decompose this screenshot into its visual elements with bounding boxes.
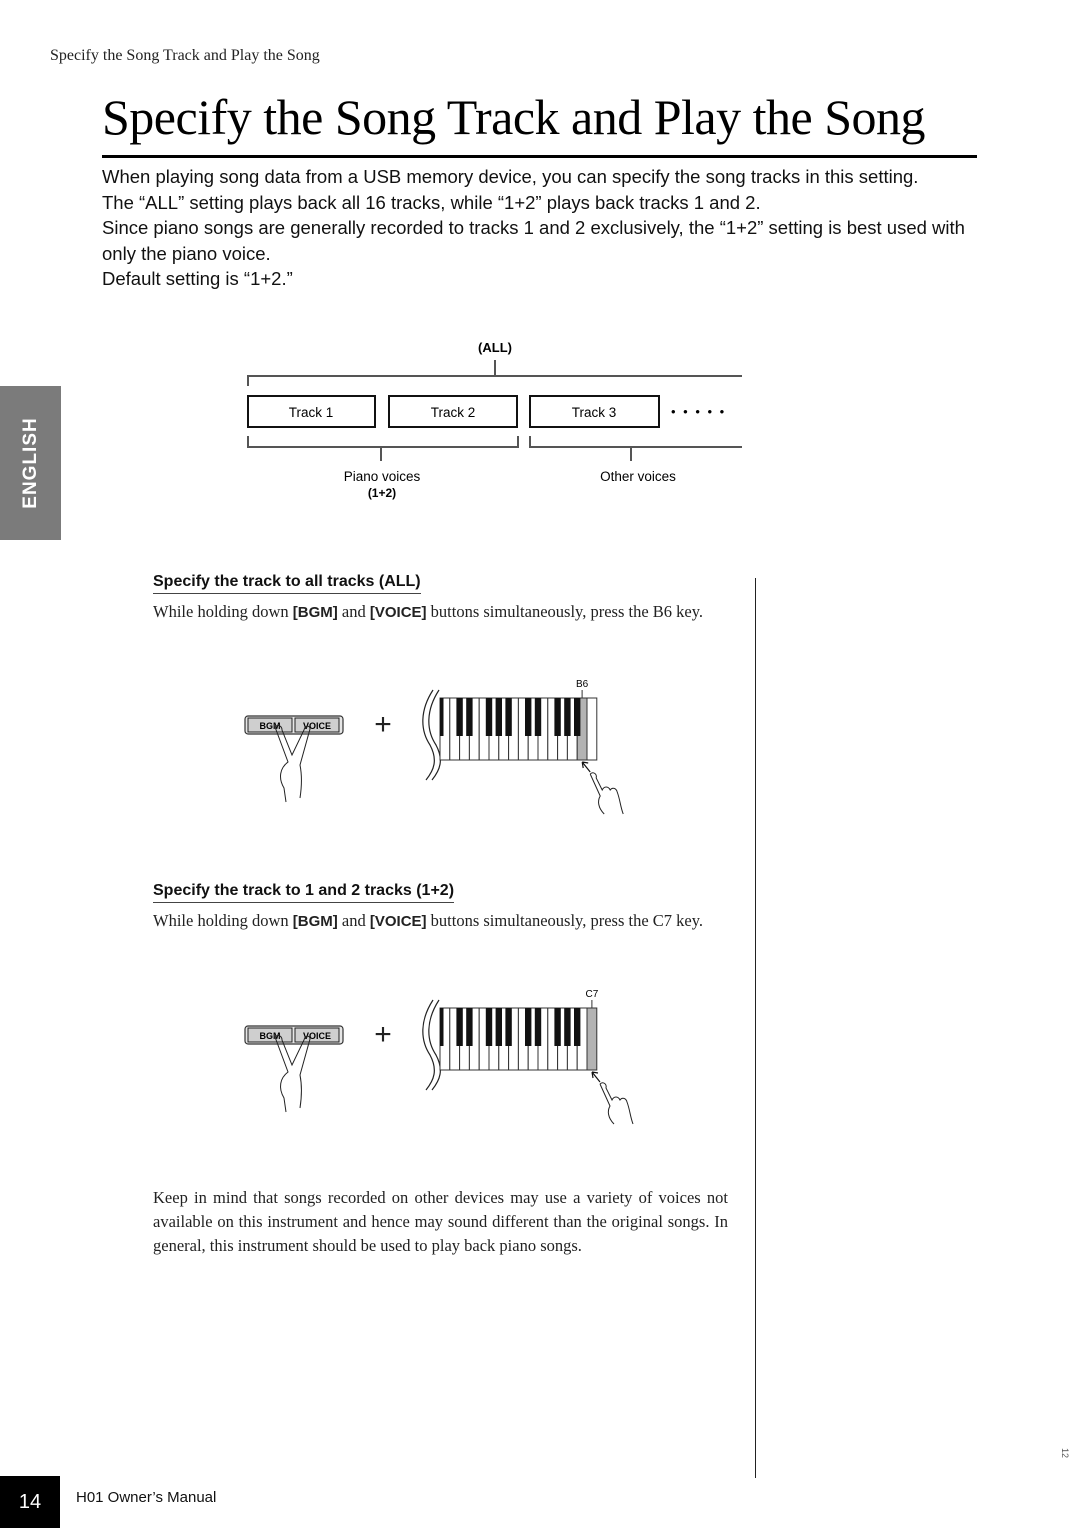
keyboard-break-mark bbox=[428, 999, 441, 1091]
black-key bbox=[525, 698, 532, 736]
bgm-button-ref: [BGM] bbox=[292, 604, 338, 621]
hand-two-fingers-icon bbox=[274, 1035, 311, 1113]
black-key bbox=[505, 698, 512, 736]
track-diagram: (ALL) Track 1 Track 2 Track 3 • • • • • … bbox=[247, 340, 742, 500]
intro-line: Default setting is “1+2.” bbox=[102, 268, 293, 289]
more-tracks-indicator: • • • • • bbox=[671, 404, 726, 419]
piano-voices-label: Piano voices bbox=[344, 469, 421, 484]
pointing-hand-icon bbox=[589, 772, 624, 815]
language-tab: ENGLISH bbox=[0, 386, 61, 540]
pointing-hand-icon bbox=[599, 1082, 634, 1125]
key-label: B6 bbox=[576, 679, 589, 690]
language-tab-label: ENGLISH bbox=[19, 417, 41, 509]
plus-sign: + bbox=[374, 1018, 392, 1051]
highlighted-white-key bbox=[586, 1007, 598, 1071]
black-key bbox=[495, 698, 502, 736]
black-key bbox=[495, 1008, 502, 1046]
intro-line: Since piano songs are generally recorded… bbox=[102, 217, 965, 264]
black-key bbox=[456, 1008, 463, 1046]
body-text: buttons simultaneously, press the B6 key… bbox=[426, 602, 704, 621]
body-text: While holding down bbox=[153, 911, 293, 930]
black-key bbox=[534, 1008, 542, 1046]
black-key bbox=[564, 1008, 571, 1046]
voice-button-ref: [VOICE] bbox=[369, 604, 427, 621]
body-text: buttons simultaneously, press the C7 key… bbox=[426, 911, 704, 930]
white-key bbox=[586, 697, 598, 761]
black-key bbox=[574, 1008, 581, 1046]
other-voices-label: Other voices bbox=[600, 469, 676, 484]
body-text: While holding down bbox=[153, 602, 293, 621]
track-1-label: Track 1 bbox=[289, 405, 334, 420]
voice-button-ref: [VOICE] bbox=[369, 913, 427, 930]
section-heading-1-2: Specify the track to 1 and 2 tracks (1+2… bbox=[153, 882, 455, 903]
plus-sign: + bbox=[374, 708, 392, 741]
section-body-all: While holding down [BGM] and [VOICE] but… bbox=[153, 600, 728, 625]
keyboard-break-mark bbox=[428, 689, 441, 781]
press-arrow-icon bbox=[591, 1071, 601, 1083]
illustration-b6: BGM VOICE +B6 bbox=[244, 679, 624, 815]
black-key bbox=[554, 1008, 561, 1046]
title-rule bbox=[102, 155, 977, 158]
black-key bbox=[466, 1008, 473, 1046]
page-number: 14 bbox=[0, 1476, 60, 1528]
bgm-button-ref: [BGM] bbox=[292, 913, 338, 930]
track-2-label: Track 2 bbox=[431, 405, 476, 420]
black-key bbox=[440, 698, 444, 736]
running-head: Specify the Song Track and Play the Song bbox=[50, 47, 320, 64]
black-key bbox=[564, 698, 571, 736]
track-3-label: Track 3 bbox=[572, 405, 617, 420]
hand-two-fingers-icon bbox=[274, 725, 311, 803]
illustration-c7: BGM VOICE +C7 bbox=[244, 989, 634, 1125]
all-bracket bbox=[247, 375, 742, 386]
black-key bbox=[485, 698, 493, 736]
press-arrow-icon bbox=[581, 761, 591, 773]
sheet-number: 12 bbox=[1060, 1447, 1071, 1459]
body-text: and bbox=[337, 602, 370, 621]
black-key bbox=[525, 1008, 532, 1046]
piano-bracket bbox=[247, 436, 519, 448]
other-bracket bbox=[529, 436, 742, 448]
body-text: and bbox=[337, 911, 370, 930]
black-key bbox=[466, 698, 473, 736]
key-label: C7 bbox=[586, 989, 599, 1000]
black-key bbox=[485, 1008, 493, 1046]
section-heading-all: Specify the track to all tracks (ALL) bbox=[153, 573, 421, 594]
black-key bbox=[534, 698, 542, 736]
all-label: (ALL) bbox=[478, 340, 512, 355]
column-rule bbox=[755, 578, 756, 1478]
page-title: Specify the Song Track and Play the Song bbox=[102, 89, 926, 145]
black-key bbox=[554, 698, 561, 736]
intro-line: The “ALL” setting plays back all 16 trac… bbox=[102, 191, 761, 213]
black-key bbox=[456, 698, 463, 736]
intro-line: When playing song data from a USB memory… bbox=[102, 166, 919, 187]
section-body-1-2: While holding down [BGM] and [VOICE] but… bbox=[153, 909, 728, 934]
note-text: Keep in mind that songs recorded on othe… bbox=[153, 1188, 728, 1255]
black-key bbox=[505, 1008, 512, 1046]
black-key bbox=[440, 1008, 444, 1046]
manual-title: H01 Owner’s Manual bbox=[76, 1489, 217, 1506]
intro-text: When playing song data from a USB memory… bbox=[102, 164, 982, 292]
black-key bbox=[574, 698, 581, 736]
piano-setting-label: (1+2) bbox=[368, 486, 396, 500]
